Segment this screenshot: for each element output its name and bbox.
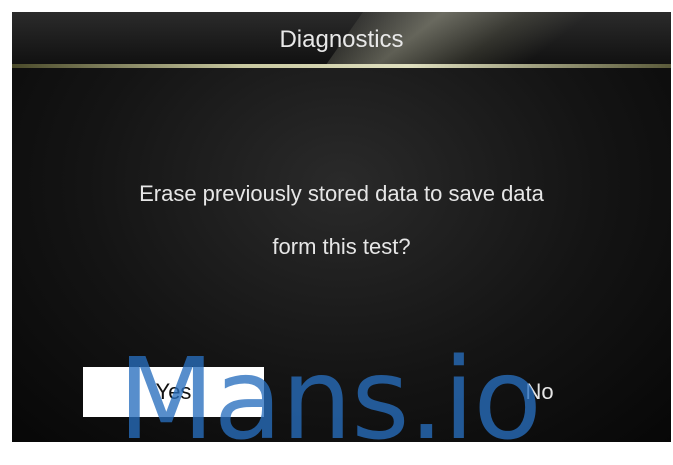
confirmation-message: Erase previously stored data to save dat… [32, 167, 651, 273]
message-line-2: form this test? [272, 234, 411, 259]
title-bar: Diagnostics [12, 12, 671, 64]
title-divider [12, 64, 671, 68]
message-line-1: Erase previously stored data to save dat… [139, 181, 544, 206]
watermark-text: Mans.io [118, 335, 542, 465]
screen-title: Diagnostics [279, 26, 404, 53]
